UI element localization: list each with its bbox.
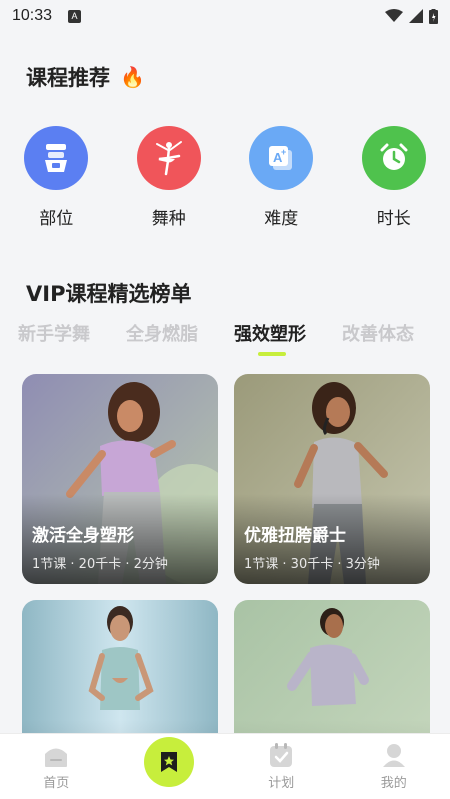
battery-icon — [429, 8, 438, 24]
tab-beginner-dance[interactable]: 新手学舞 — [18, 320, 90, 346]
status-time: 10:33 — [12, 7, 53, 24]
nav-label: 我的 — [380, 776, 407, 791]
category-duration[interactable]: 时长 — [349, 126, 439, 229]
plan-calendar-icon — [270, 743, 293, 767]
category-label: 部位 — [39, 209, 74, 229]
nav-profile[interactable]: 我的 — [354, 742, 434, 791]
course-title: 激活全身塑形 — [32, 526, 134, 546]
category-body-part[interactable]: 部位 — [11, 126, 101, 229]
profile-icon — [382, 744, 405, 767]
category-label: 难度 — [264, 209, 299, 229]
fire-icon: 🔥 — [120, 65, 145, 89]
course-tabs: 新手学舞 全身燃脂 强效塑形 改善体态 — [0, 320, 450, 356]
cellular-signal-icon — [409, 9, 423, 23]
course-card[interactable]: 激活全身塑形 1节课 · 20千卡 · 2分钟 — [22, 374, 218, 584]
svg-text:+: + — [281, 147, 286, 157]
nav-plan[interactable]: 计划 — [241, 742, 321, 791]
home-icon — [45, 748, 68, 767]
difficulty-icon: A + — [249, 126, 314, 190]
category-dance-style[interactable]: 舞种 — [124, 126, 214, 229]
status-bar: 10:33 A — [0, 0, 450, 32]
course-meta: 1节课 · 20千卡 · 2分钟 — [32, 557, 168, 572]
bottom-navigation: 首页 计划 我的 — [0, 733, 450, 799]
body-part-icon — [24, 126, 89, 190]
nav-home[interactable]: 首页 — [16, 742, 96, 791]
recommend-section-title: 课程推荐 🔥 — [26, 62, 145, 92]
nav-label: 首页 — [43, 776, 70, 791]
clock-icon — [361, 126, 426, 190]
tab-fat-burn[interactable]: 全身燃脂 — [126, 320, 198, 346]
course-title: 优雅扭胯爵士 — [244, 526, 346, 546]
course-card[interactable]: 优雅扭胯爵士 1节课 · 30千卡 · 3分钟 — [234, 374, 430, 584]
category-label: 舞种 — [151, 209, 186, 229]
recommend-title-text: 课程推荐 — [26, 66, 110, 90]
tab-body-shaping[interactable]: 强效塑形 — [234, 320, 306, 356]
category-row: 部位 舞种 A + 难度 时长 — [0, 126, 450, 229]
course-meta: 1节课 · 30千卡 · 3分钟 — [244, 557, 380, 572]
nav-label: 计划 — [268, 776, 295, 791]
nav-course[interactable] — [129, 737, 209, 787]
wifi-icon — [385, 9, 403, 22]
vip-section-title: VIP课程精选榜单 — [26, 282, 192, 306]
notification-a-icon: A — [68, 9, 82, 23]
ballet-dancer-icon — [136, 126, 201, 190]
course-bookmark-icon — [143, 737, 194, 787]
category-label: 时长 — [376, 209, 411, 229]
category-difficulty[interactable]: A + 难度 — [236, 126, 326, 229]
tab-posture[interactable]: 改善体态 — [342, 320, 414, 346]
